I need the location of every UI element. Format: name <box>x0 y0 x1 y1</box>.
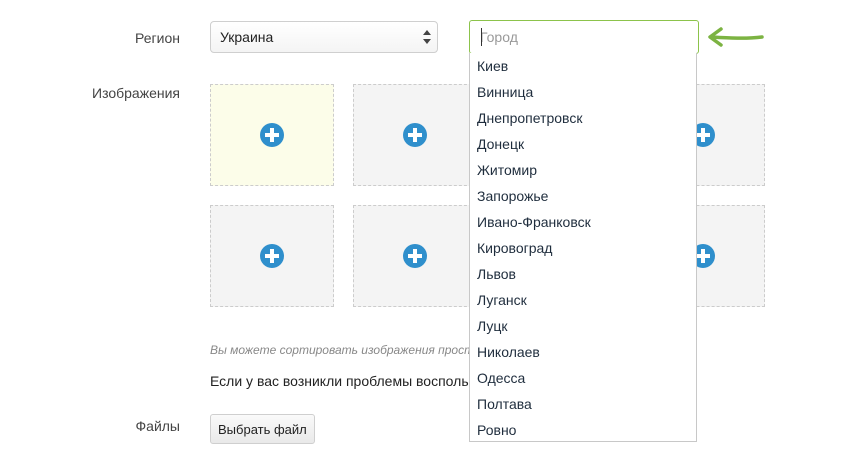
city-dropdown[interactable]: Киев Винница Днепропетровск Донецк Житом… <box>469 53 697 442</box>
choose-file-button[interactable]: Выбрать файл <box>210 414 315 444</box>
region-select-value: Украина <box>220 29 274 45</box>
city-input[interactable] <box>469 20 699 54</box>
images-hint: Вы можете сортировать изображения прост <box>210 343 475 357</box>
city-option[interactable]: Днепропетровск <box>470 105 696 131</box>
city-option[interactable]: Донецк <box>470 131 696 157</box>
city-option[interactable]: Запорожье <box>470 183 696 209</box>
plus-circle-icon <box>403 244 427 268</box>
image-upload-tile[interactable] <box>210 84 334 186</box>
city-option[interactable]: Житомир <box>470 157 696 183</box>
city-option[interactable]: Ровно <box>470 417 696 441</box>
plus-circle-icon <box>260 244 284 268</box>
region-label: Регион <box>135 30 180 46</box>
city-option[interactable]: Киев <box>470 53 696 79</box>
region-select[interactable]: Украина <box>210 21 438 53</box>
up-down-arrows-icon <box>423 30 431 44</box>
files-label: Файлы <box>135 418 180 434</box>
plus-circle-icon <box>403 123 427 147</box>
city-option[interactable]: Полтава <box>470 391 696 417</box>
city-option[interactable]: Кировоград <box>470 235 696 261</box>
problem-text: Если у вас возникли проблемы восполь <box>210 373 469 389</box>
city-option[interactable]: Луцк <box>470 313 696 339</box>
city-option[interactable]: Винница <box>470 79 696 105</box>
left-arrow-icon <box>708 27 764 47</box>
city-option[interactable]: Луганск <box>470 287 696 313</box>
images-label: Изображения <box>92 85 180 101</box>
city-option[interactable]: Ивано-Франковск <box>470 209 696 235</box>
city-option[interactable]: Одесса <box>470 365 696 391</box>
image-upload-tile[interactable] <box>353 84 477 186</box>
city-option[interactable]: Николаев <box>470 339 696 365</box>
image-upload-tile[interactable] <box>210 205 334 307</box>
city-option[interactable]: Львов <box>470 261 696 287</box>
plus-circle-icon <box>260 123 284 147</box>
text-caret <box>481 28 482 46</box>
image-upload-tile[interactable] <box>353 205 477 307</box>
